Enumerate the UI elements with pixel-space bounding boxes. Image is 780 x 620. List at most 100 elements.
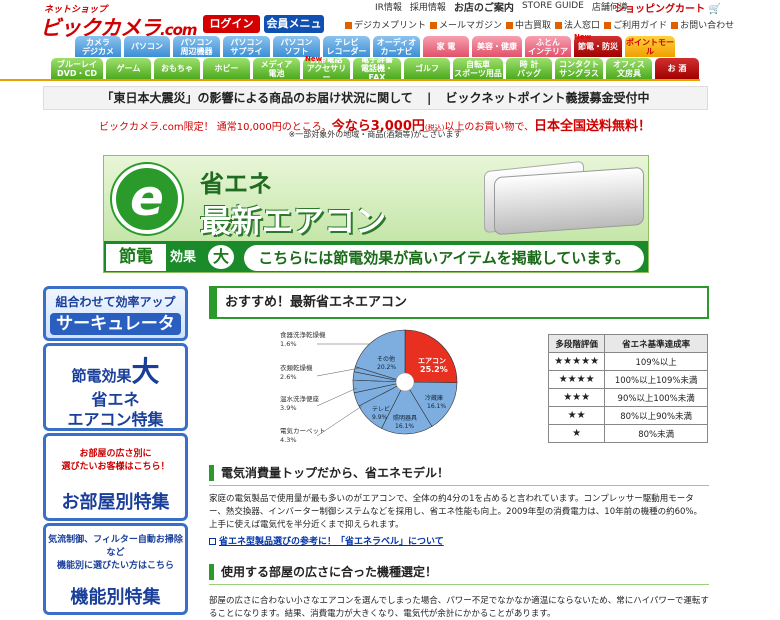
table-row: ★★★★★ 109%以上: [547, 352, 708, 371]
nav-media[interactable]: メディア 電池: [253, 58, 300, 79]
label-benza-value: 3.9%: [280, 404, 297, 412]
label-reizo: 冷蔵庫: [425, 394, 443, 402]
link-arrow-icon: [209, 538, 216, 545]
bullet-icon: [604, 21, 612, 29]
notice-separator: |: [426, 91, 432, 105]
stars-cell: ★★★: [547, 388, 606, 407]
nav-audio[interactable]: オーディオ カーナビ: [373, 36, 420, 57]
bullet-icon: [430, 21, 438, 29]
point-donation-link[interactable]: ビックネットポイント義援募金受付中: [446, 91, 650, 105]
kouka-label: 効果: [170, 250, 197, 265]
bullet-icon: [671, 21, 679, 29]
label-shomei-value: 16.1%: [395, 423, 414, 430]
nav-pc-peripheral[interactable]: パソコン 周辺機器: [173, 36, 220, 57]
login-button[interactable]: ログイン: [203, 15, 260, 33]
nav-beauty[interactable]: 美容・健康: [472, 36, 522, 57]
label-tv: テレビ: [372, 405, 390, 413]
label-shokki: 食器洗浄乾燥機: [280, 330, 326, 339]
shipping-note: ※一部対象外の地域・商品(酒類等)がございます: [288, 130, 462, 139]
stars-cell: ★★★★: [547, 370, 606, 389]
nav-appliance[interactable]: 家 電: [423, 36, 469, 57]
eco-e-icon: e: [112, 164, 182, 234]
stars-cell: ★★: [547, 406, 606, 425]
label-aircon-value: 25.2%: [420, 365, 448, 374]
sublink-corp[interactable]: 法人窓口: [555, 18, 600, 31]
aircon-title-1: 省エネ: [91, 390, 140, 409]
nav-pc-supply[interactable]: パソコン サプライ: [223, 36, 270, 57]
nav-pc-soft[interactable]: パソコン ソフト: [273, 36, 320, 57]
shopping-cart-link[interactable]: ショッピングカート 🛒: [615, 0, 721, 15]
nav-underline: [0, 79, 700, 81]
sublink-used[interactable]: 中古買取: [506, 18, 551, 31]
sublink-contact[interactable]: お問い合わせ: [671, 18, 734, 31]
top-link-ir[interactable]: IR情報: [375, 0, 402, 13]
banner-title-2: 最新エアコン: [200, 204, 386, 240]
function-caption: 気流制御、フィルター自動お掃除など 機能別に選びたい方はこちら: [48, 535, 183, 571]
table-row: ★ 80%未満: [547, 424, 708, 443]
power-usage-pie-chart: 食器洗浄乾燥機 1.6% 衣類乾燥機 2.6% 温水洗浄便座 3.9% 電気カー…: [280, 329, 458, 444]
nav-toys[interactable]: おもちゃ: [154, 58, 200, 79]
label-benza: 温水洗浄便座: [280, 394, 320, 403]
nav-tv[interactable]: テレビ レコーダー: [323, 36, 370, 57]
sub-links: デジカメプリント メールマガジン 中古買取 法人窓口 ご利用ガイド お問い合わせ: [345, 17, 734, 31]
sidebar-circulator[interactable]: 組合わせて効率アップ サーキュレータ: [43, 286, 188, 341]
hero-banner[interactable]: e 省エネ 最新エアコン 節電 効果 大 こちらには節電効果が高いアイテムを掲載…: [103, 155, 649, 273]
earthquake-notice-link[interactable]: 「東日本大震災」の影響による商品のお届け状況に関して: [101, 91, 412, 105]
label-irui: 衣類乾燥機: [280, 363, 313, 372]
rating-table-header: 多段階評価 省エネ基準達成率: [547, 334, 708, 353]
sidebar-function-feature[interactable]: 気流制御、フィルター自動お掃除など 機能別に選びたい方はこちら 機能別特集: [43, 523, 188, 615]
label-sonota-value: 20.2%: [377, 364, 396, 371]
cart-label: ショッピングカート: [615, 4, 705, 15]
nav-dictionary[interactable]: 電子辞書 電話機・FAX: [353, 58, 401, 79]
member-menu-button[interactable]: 会員メニュー: [264, 15, 324, 48]
top-link-store-guide[interactable]: STORE GUIDE: [522, 1, 584, 11]
cart-icon: 🛒: [708, 4, 721, 15]
sublink-mail[interactable]: メールマガジン: [430, 18, 502, 31]
top-link-recruit[interactable]: 採用情報: [410, 0, 446, 13]
label-tv-value: 9.9%: [372, 414, 388, 421]
nav-interior[interactable]: ふとん インテリア: [525, 36, 571, 57]
nav-bicycle[interactable]: 自転車 スポーツ用品: [453, 58, 503, 79]
banner-message: こちらには節電効果が高いアイテムを掲載しています。: [244, 245, 644, 271]
nav-hobby[interactable]: ホビー: [203, 58, 250, 79]
label-shokki-value: 1.6%: [280, 340, 297, 348]
energy-label-link-text: 省エネ型製品選びの参考に！「省エネラベル」について: [219, 537, 444, 547]
stars-cell: ★★★★★: [547, 352, 606, 371]
nav-point-mall[interactable]: ポイントモール: [625, 36, 675, 57]
sublink-print[interactable]: デジカメプリント: [345, 18, 426, 31]
nav-liquor[interactable]: お 酒: [655, 58, 699, 79]
nav-game[interactable]: ゲーム: [106, 58, 151, 79]
aircon-caption: 節電効果大: [71, 355, 160, 388]
nav-office[interactable]: オフィス 文房具: [606, 58, 652, 79]
bullet-icon: [506, 21, 514, 29]
room-caption: お部屋の広さ別に 選びたいお客様はこちら！: [61, 449, 170, 472]
page: ネットショップ ビックカメラ.com ログイン 会員メニュー IR情報 採用情報…: [0, 0, 780, 620]
bullet-icon: [555, 21, 563, 29]
sidebar-aircon-feature[interactable]: 節電効果大 省エネ エアコン特集: [43, 343, 188, 431]
nav-bluray[interactable]: ブルーレイ DVD・CD: [51, 58, 103, 79]
heading-top-consumer: 電気消費量トップだから、省エネモデル！: [209, 462, 709, 486]
label-carpet-value: 4.3%: [280, 436, 297, 444]
table-row: ★★★★ 100%以上109%未満: [547, 370, 708, 389]
top-link-stores[interactable]: お店のご案内: [454, 0, 514, 14]
nav-golf[interactable]: ゴルフ: [404, 58, 450, 79]
nav-camera[interactable]: カメラ デジカメ: [75, 36, 121, 57]
nav-watch[interactable]: 時 計バッグ: [506, 58, 552, 79]
bullet-icon: [345, 21, 352, 29]
aircon-image-2: [494, 166, 644, 236]
sublink-guide[interactable]: ご利用ガイド: [604, 18, 667, 31]
header-rating: 多段階評価: [547, 334, 606, 353]
energy-label-link[interactable]: 省エネ型製品選びの参考に！「省エネラベル」について: [209, 534, 444, 547]
sidebar-room-feature[interactable]: お部屋の広さ別に 選びたいお客様はこちら！ お部屋別特集: [43, 433, 188, 521]
stars-cell: ★: [547, 424, 606, 443]
nav-contact-lens[interactable]: コンタクト サングラス: [555, 58, 603, 79]
rate-cell: 80%未満: [604, 424, 708, 443]
rate-cell: 100%以上109%未満: [604, 370, 708, 389]
pie-center-hole: [395, 372, 415, 392]
label-aircon: エアコン: [418, 357, 446, 365]
nav-pc[interactable]: パソコン: [124, 36, 170, 57]
notice-bar: 「東日本大震災」の影響による商品のお届け状況に関して | ビックネットポイント義…: [43, 86, 708, 110]
table-row: ★★ 80%以上90%未満: [547, 406, 708, 425]
paragraph-room-size: 部屋の広さに合わない小さなエアコンを選んでしまった場合、パワー不足でなかなか適温…: [209, 596, 709, 619]
section-title: おすすめ！最新省エネエアコン: [209, 286, 709, 319]
